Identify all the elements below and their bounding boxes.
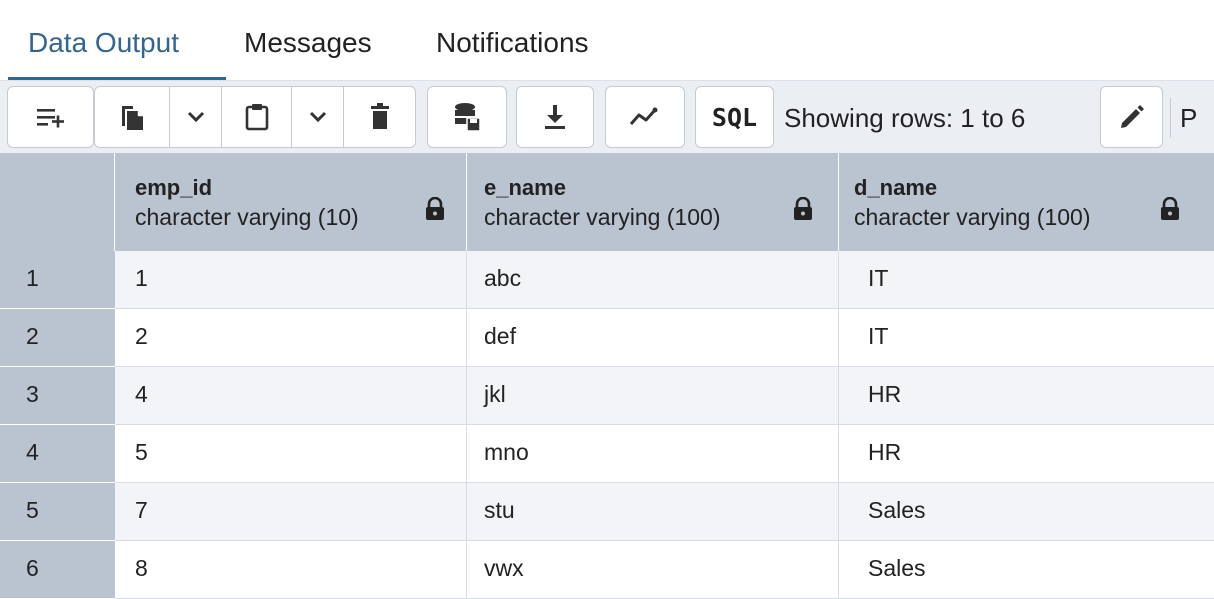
row-number[interactable]: 3 bbox=[0, 367, 115, 425]
column-name: emp_id bbox=[135, 175, 213, 200]
table-cell[interactable]: Sales bbox=[839, 483, 1214, 541]
table-cell[interactable]: def bbox=[467, 309, 839, 367]
row-number[interactable]: 4 bbox=[0, 425, 115, 483]
table-row[interactable]: 5 7 stu Sales bbox=[0, 483, 1214, 541]
edit-icon bbox=[1118, 103, 1146, 131]
sql-button[interactable]: SQL bbox=[696, 87, 773, 147]
column-name: e_name bbox=[484, 175, 566, 200]
edit-button-group bbox=[1100, 86, 1163, 148]
download-button[interactable] bbox=[517, 87, 593, 147]
table-row[interactable]: 3 4 jkl HR bbox=[0, 367, 1214, 425]
copy-button[interactable] bbox=[95, 87, 169, 147]
table-cell[interactable]: Sales bbox=[839, 541, 1214, 599]
column-name: d_name bbox=[854, 175, 938, 200]
lock-icon bbox=[424, 196, 446, 226]
column-header-d-name[interactable]: d_name character varying (100) bbox=[839, 153, 1214, 251]
copy-options-chevron-icon bbox=[187, 111, 205, 123]
rows-info-label: Showing rows: 1 to 6 bbox=[784, 103, 1026, 133]
row-number[interactable]: 2 bbox=[0, 309, 115, 367]
paste-options-chevron-icon bbox=[309, 111, 327, 123]
truncated-toolbar-label: P bbox=[1180, 103, 1198, 133]
table-cell[interactable]: 2 bbox=[115, 309, 467, 367]
graph-group bbox=[605, 86, 685, 148]
copy-options-button[interactable] bbox=[169, 87, 221, 147]
table-cell[interactable]: HR bbox=[839, 425, 1214, 483]
column-type: character varying (100) bbox=[484, 204, 721, 230]
column-type: character varying (100) bbox=[854, 204, 1091, 230]
data-output-toolbar: SQL bbox=[0, 81, 1214, 153]
table-cell[interactable]: IT bbox=[839, 309, 1214, 367]
lock-icon bbox=[1159, 196, 1181, 226]
download-icon bbox=[543, 103, 567, 131]
table-cell[interactable]: vwx bbox=[467, 541, 839, 599]
row-number[interactable]: 1 bbox=[0, 251, 115, 309]
table-cell[interactable]: jkl bbox=[467, 367, 839, 425]
table-cell[interactable]: stu bbox=[467, 483, 839, 541]
column-type: character varying (10) bbox=[135, 204, 359, 230]
row-number[interactable]: 5 bbox=[0, 483, 115, 541]
table-cell[interactable]: 7 bbox=[115, 483, 467, 541]
table-cell[interactable]: 1 bbox=[115, 251, 467, 309]
lock-icon bbox=[792, 196, 814, 226]
save-data-icon bbox=[453, 102, 481, 132]
row-number-header[interactable] bbox=[0, 153, 115, 251]
paste-button[interactable] bbox=[221, 87, 291, 147]
add-row-button[interactable] bbox=[8, 87, 93, 147]
add-row-icon bbox=[36, 106, 66, 128]
table-cell[interactable]: 5 bbox=[115, 425, 467, 483]
column-header-emp-id[interactable]: emp_id character varying (10) bbox=[115, 153, 467, 251]
sql-icon: SQL bbox=[711, 102, 758, 132]
table-row[interactable]: 4 5 mno HR bbox=[0, 425, 1214, 483]
table-row[interactable]: 1 1 abc IT bbox=[0, 251, 1214, 309]
toolbar-divider bbox=[1170, 98, 1171, 138]
paste-icon bbox=[245, 103, 269, 131]
table-cell[interactable]: mno bbox=[467, 425, 839, 483]
delete-icon bbox=[369, 103, 391, 131]
download-group bbox=[516, 86, 594, 148]
table-row[interactable]: 6 8 vwx Sales bbox=[0, 541, 1214, 599]
row-number[interactable]: 6 bbox=[0, 541, 115, 599]
save-data-group bbox=[427, 86, 507, 148]
table-cell[interactable]: IT bbox=[839, 251, 1214, 309]
table-cell[interactable]: HR bbox=[839, 367, 1214, 425]
copy-icon bbox=[119, 103, 145, 131]
table-cell[interactable]: 4 bbox=[115, 367, 467, 425]
add-row-group bbox=[7, 86, 94, 148]
table-cell[interactable]: 8 bbox=[115, 541, 467, 599]
column-header-e-name[interactable]: e_name character varying (100) bbox=[467, 153, 839, 251]
save-data-button[interactable] bbox=[428, 87, 506, 147]
graph-visualiser-button[interactable] bbox=[606, 87, 684, 147]
sql-group: SQL bbox=[695, 86, 774, 148]
tab-messages[interactable]: Messages bbox=[244, 25, 372, 61]
result-tabs: Data Output Messages Notifications bbox=[0, 0, 1214, 80]
table-cell[interactable]: abc bbox=[467, 251, 839, 309]
delete-button[interactable] bbox=[343, 87, 415, 147]
tab-data-output[interactable]: Data Output bbox=[28, 25, 179, 61]
edit-button[interactable] bbox=[1101, 87, 1162, 147]
table-row[interactable]: 2 2 def IT bbox=[0, 309, 1214, 367]
edit-group bbox=[94, 86, 416, 148]
graph-visualiser-icon bbox=[629, 107, 661, 127]
paste-options-button[interactable] bbox=[291, 87, 343, 147]
data-grid: emp_id character varying (10) e_name cha… bbox=[0, 153, 1214, 599]
tab-notifications[interactable]: Notifications bbox=[436, 25, 589, 61]
